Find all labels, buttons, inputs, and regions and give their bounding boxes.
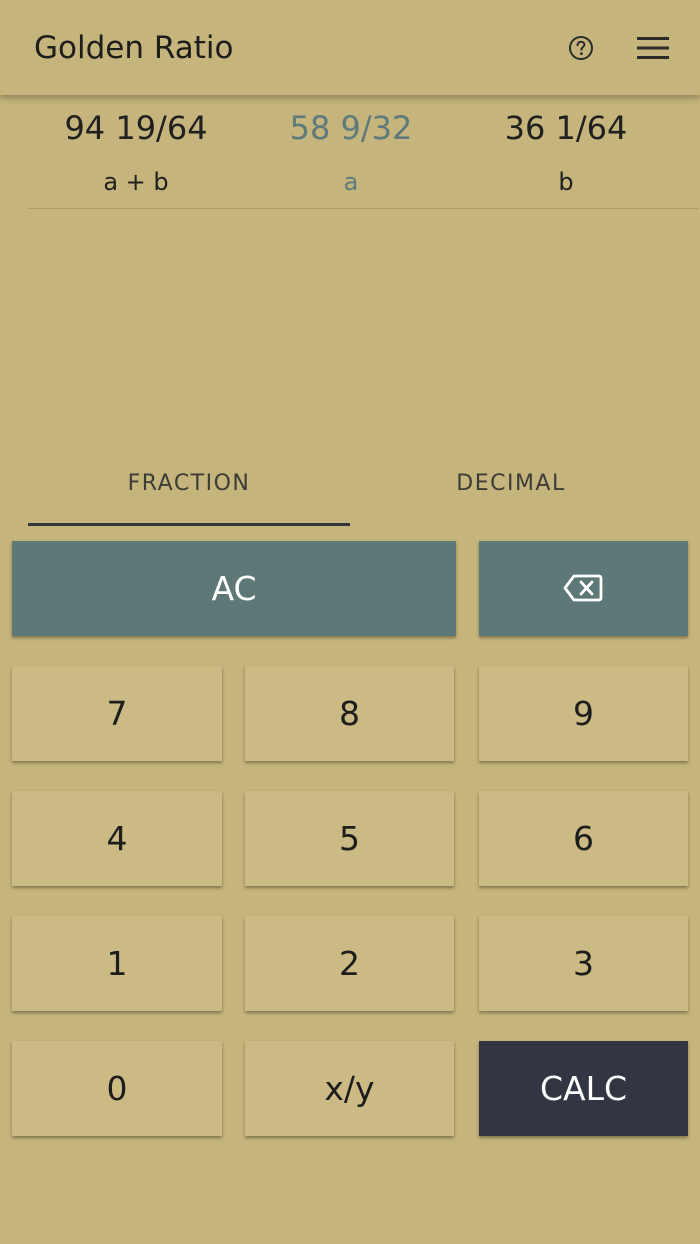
clear-all-button[interactable]: AC — [12, 541, 456, 636]
key-5[interactable]: 5 — [245, 791, 454, 886]
key-0[interactable]: 0 — [12, 1041, 222, 1136]
backspace-button[interactable] — [479, 541, 688, 636]
tab-fraction[interactable]: FRACTION — [28, 450, 350, 526]
result-value: 58 9/32 — [289, 109, 413, 147]
result-label: a — [343, 168, 359, 196]
app-bar: Golden Ratio — [0, 0, 700, 95]
key-6[interactable]: 6 — [479, 791, 688, 886]
result-value: 94 19/64 — [64, 109, 208, 147]
key-1[interactable]: 1 — [12, 916, 222, 1011]
key-2[interactable]: 2 — [245, 916, 454, 1011]
key-label: 3 — [573, 944, 594, 983]
key-8[interactable]: 8 — [245, 666, 454, 761]
golden-ratio-app: Golden Ratio 94 19/64 a + b 58 9/32 a 36… — [0, 0, 700, 1244]
key-label: 6 — [573, 819, 594, 858]
key-label: 9 — [573, 694, 594, 733]
key-4[interactable]: 4 — [12, 791, 222, 886]
key-9[interactable]: 9 — [479, 666, 688, 761]
key-label: 0 — [106, 1069, 128, 1108]
key-label: 1 — [106, 944, 128, 983]
result-label: b — [558, 168, 574, 196]
key-label: x/y — [324, 1069, 375, 1108]
key-3[interactable]: 3 — [479, 916, 688, 1011]
calc-label: CALC — [539, 1069, 628, 1108]
app-title: Golden Ratio — [34, 30, 234, 66]
fraction-separator-button[interactable]: x/y — [245, 1041, 454, 1136]
key-label: 7 — [106, 694, 128, 733]
result-value: 36 1/64 — [504, 109, 628, 147]
key-label: 4 — [106, 819, 128, 858]
tab-decimal[interactable]: DECIMAL — [350, 450, 672, 526]
key-7[interactable]: 7 — [12, 666, 222, 761]
result-label: a + b — [103, 168, 169, 196]
key-label: 2 — [339, 944, 360, 983]
tab-indicator — [28, 523, 350, 526]
key-label: 8 — [339, 694, 360, 733]
key-label: 5 — [339, 819, 360, 858]
menu-icon[interactable] — [637, 36, 669, 60]
results-panel: 94 19/64 a + b 58 9/32 a 36 1/64 b — [28, 95, 698, 209]
help-icon[interactable] — [568, 35, 594, 61]
backspace-icon — [563, 574, 603, 602]
mode-tabs: FRACTION DECIMAL — [28, 450, 672, 526]
calc-button[interactable]: CALC — [479, 1041, 688, 1136]
clear-all-label: AC — [211, 569, 257, 608]
